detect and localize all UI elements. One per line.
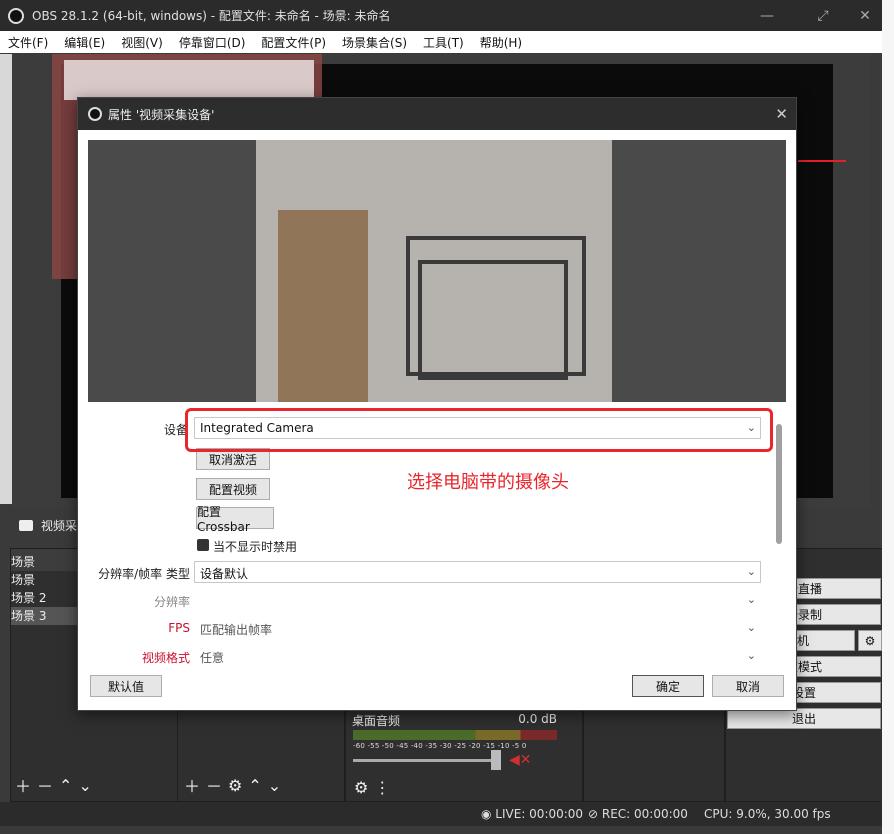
resolution-type-value: 设备默认 <box>200 567 249 581</box>
move-down-icon[interactable]: ⌄ <box>78 776 91 795</box>
dialog-title: 属性 '视频采集设备' <box>108 107 215 122</box>
mute-icon[interactable]: ◀✕ <box>509 752 532 768</box>
menu-tools[interactable]: 工具(T) <box>423 34 464 51</box>
channel-db: 0.0 dB <box>518 712 557 726</box>
background-window-edge <box>0 54 12 504</box>
add-icon[interactable]: ＋ <box>15 773 31 797</box>
video-format-label: 视频格式 <box>141 651 190 665</box>
menu-help[interactable]: 帮助(H) <box>480 34 522 51</box>
background-window-edge <box>882 0 894 834</box>
resolution-type-label: 分辨率/帧率 类型 <box>98 567 190 581</box>
cancel-button[interactable]: 取消 <box>712 675 784 697</box>
video-format-value: 任意 <box>200 651 225 665</box>
obs-title-bar: OBS 28.1.2 (64-bit, windows) - 配置文件: 未命名… <box>0 0 882 31</box>
source-toolbar: 视频采 <box>12 512 82 538</box>
ok-button[interactable]: 确定 <box>632 675 704 697</box>
screen: OBS 28.1.2 (64-bit, windows) - 配置文件: 未命名… <box>0 0 894 834</box>
mixer-channel: 桌面音频 0.0 dB -60 -55 -50 -45 -40 -35 -30 … <box>345 710 565 802</box>
deactivate-when-hidden-label: 当不显示时禁用 <box>213 540 298 554</box>
video-format-select[interactable]: 任意 ⌄ <box>194 645 761 667</box>
resolution-type-select[interactable]: 设备默认 ⌄ <box>194 561 761 583</box>
volume-slider[interactable] <box>353 759 495 762</box>
chevron-down-icon: ⌄ <box>746 565 756 578</box>
remove-icon[interactable]: － <box>206 773 222 797</box>
close-icon[interactable]: ✕ <box>775 105 788 123</box>
gear-icon[interactable]: ⚙ <box>228 776 242 795</box>
highlight-box <box>185 408 773 452</box>
rec-status: ⊘ REC: 00:00:00 <box>588 807 688 821</box>
channel-name: 桌面音频 <box>352 714 401 728</box>
pixelated-region <box>64 60 314 100</box>
move-down-icon[interactable]: ⌄ <box>268 776 281 795</box>
move-up-icon[interactable]: ⌃ <box>59 776 72 795</box>
resolution-label: 分辨率 <box>153 595 190 609</box>
menu-profile[interactable]: 配置文件(P) <box>261 34 326 51</box>
device-label: 设备 <box>163 423 188 437</box>
exit-button[interactable]: 退出 <box>727 708 881 729</box>
obs-logo-icon <box>8 7 24 24</box>
sources-footer: ＋ － ⚙ ⌃ ⌄ <box>184 773 281 797</box>
gear-icon[interactable]: ⚙ <box>858 630 882 651</box>
blurred-camera-image <box>418 260 568 380</box>
status-bar: ◉ LIVE: 00:00:00 ⊘ REC: 00:00:00 CPU: 9.… <box>0 802 882 826</box>
resolution-select[interactable]: ⌄ <box>194 589 761 611</box>
fps-select[interactable]: 匹配输出帧率 ⌄ <box>194 617 761 639</box>
fps-value: 匹配输出帧率 <box>200 623 273 637</box>
rec-icon: ⊘ <box>588 807 602 821</box>
scrollbar-thumb[interactable] <box>776 424 782 544</box>
maximize-icon[interactable]: ⤢ <box>800 0 846 31</box>
menu-docks[interactable]: 停靠窗口(D) <box>179 34 246 51</box>
chevron-down-icon: ⌄ <box>746 621 756 634</box>
camera-preview <box>88 140 786 402</box>
volume-meter <box>353 730 557 740</box>
menu-edit[interactable]: 编辑(E) <box>64 34 105 51</box>
menu-file[interactable]: 文件(F) <box>8 34 48 51</box>
chevron-down-icon: ⌄ <box>746 649 756 662</box>
volume-slider-handle[interactable] <box>491 750 501 770</box>
red-bounding-line <box>798 160 846 162</box>
properties-dialog: 属性 '视频采集设备' ✕ 设备 Integrated Camera ⌄ 取消激… <box>77 97 797 711</box>
camera-icon <box>19 519 33 531</box>
annotation-text: 选择电脑带的摄像头 <box>407 472 569 493</box>
minimize-icon[interactable]: — <box>744 0 790 31</box>
live-status: ◉ LIVE: 00:00:00 <box>481 807 584 821</box>
defaults-button[interactable]: 默认值 <box>90 675 162 697</box>
dialog-title-bar: 属性 '视频采集设备' ✕ <box>78 98 796 130</box>
menu-scene-collection[interactable]: 场景集合(S) <box>342 34 407 51</box>
menu-bar: 文件(F) 编辑(E) 视图(V) 停靠窗口(D) 配置文件(P) 场景集合(S… <box>0 31 882 53</box>
cpu-status: CPU: 9.0%, 30.00 fps <box>704 807 831 821</box>
live-icon: ◉ <box>481 807 496 821</box>
remove-icon[interactable]: － <box>37 773 53 797</box>
scenes-footer: ＋ － ⌃ ⌄ <box>15 773 92 797</box>
source-name: 视频采 <box>41 518 78 533</box>
form-scrollbar[interactable] <box>772 406 786 668</box>
fps-label: FPS <box>168 621 190 635</box>
configure-video-button[interactable]: 配置视频 <box>196 478 270 500</box>
obs-window-title: OBS 28.1.2 (64-bit, windows) - 配置文件: 未命名… <box>32 9 391 23</box>
add-icon[interactable]: ＋ <box>184 773 200 797</box>
menu-view[interactable]: 视图(V) <box>121 34 163 51</box>
move-up-icon[interactable]: ⌃ <box>248 776 261 795</box>
meter-scale: -60 -55 -50 -45 -40 -35 -30 -25 -20 -15 … <box>353 742 527 750</box>
blurred-camera-image <box>278 210 368 402</box>
chevron-down-icon: ⌄ <box>746 593 756 606</box>
deactivate-when-hidden-checkbox[interactable] <box>197 539 209 551</box>
obs-logo-icon <box>88 107 102 121</box>
configure-crossbar-button[interactable]: 配置Crossbar <box>196 505 274 534</box>
